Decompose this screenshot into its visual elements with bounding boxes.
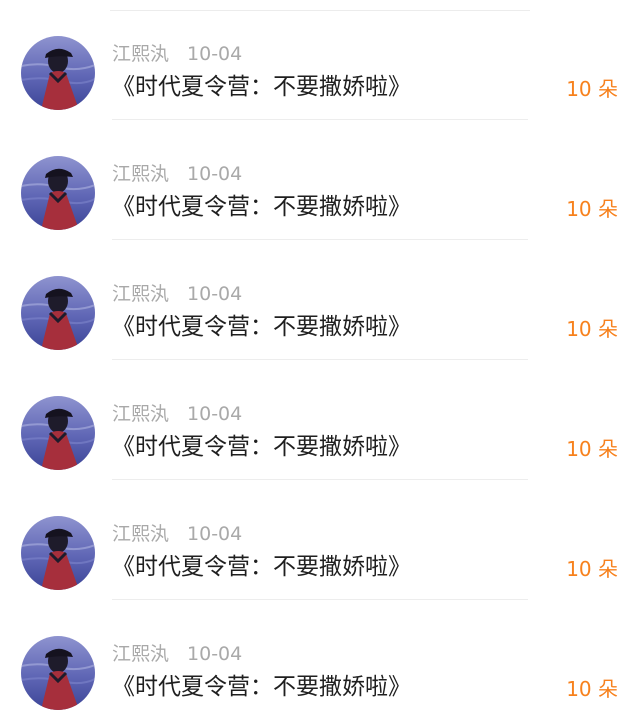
- item-meta: 江熙汍 10-04: [112, 42, 242, 66]
- user-name[interactable]: 江熙汍: [112, 283, 169, 305]
- flower-count: 10 朵: [566, 77, 618, 101]
- item-title: 《时代夏令营：不要撒娇啦》: [112, 74, 411, 100]
- user-name[interactable]: 江熙汍: [112, 643, 169, 665]
- item-meta: 江熙汍 10-04: [112, 162, 242, 186]
- gift-record-list: 江熙汍 10-04 《时代夏令营：不要撒娇啦》 10 朵 江熙汍 10-04 《时代…: [0, 0, 640, 719]
- list-item[interactable]: 江熙汍 10-04 《时代夏令营：不要撒娇啦》 10 朵: [0, 0, 640, 120]
- date-label: 10-04: [187, 643, 243, 665]
- avatar[interactable]: [21, 516, 95, 590]
- item-title: 《时代夏令营：不要撒娇啦》: [112, 194, 411, 220]
- flower-count: 10 朵: [566, 437, 618, 461]
- item-meta: 江熙汍 10-04: [112, 642, 242, 666]
- list-item[interactable]: 江熙汍 10-04 《时代夏令营：不要撒娇啦》 10 朵: [0, 360, 640, 480]
- flower-count: 10 朵: [566, 677, 618, 701]
- list-item[interactable]: 江熙汍 10-04 《时代夏令营：不要撒娇啦》 10 朵: [0, 480, 640, 600]
- date-label: 10-04: [187, 403, 243, 425]
- date-label: 10-04: [187, 523, 243, 545]
- date-label: 10-04: [187, 43, 243, 65]
- list-item[interactable]: 江熙汍 10-04 《时代夏令营：不要撒娇啦》 10 朵: [0, 240, 640, 360]
- list-item[interactable]: 江熙汍 10-04 《时代夏令营：不要撒娇啦》 10 朵: [0, 600, 640, 719]
- item-title: 《时代夏令营：不要撒娇啦》: [112, 674, 411, 700]
- item-meta: 江熙汍 10-04: [112, 282, 242, 306]
- item-meta: 江熙汍 10-04: [112, 522, 242, 546]
- item-title: 《时代夏令营：不要撒娇啦》: [112, 314, 411, 340]
- user-name[interactable]: 江熙汍: [112, 403, 169, 425]
- user-name[interactable]: 江熙汍: [112, 523, 169, 545]
- user-name[interactable]: 江熙汍: [112, 43, 169, 65]
- avatar[interactable]: [21, 276, 95, 350]
- flower-count: 10 朵: [566, 197, 618, 221]
- date-label: 10-04: [187, 283, 243, 305]
- item-title: 《时代夏令营：不要撒娇啦》: [112, 554, 411, 580]
- avatar[interactable]: [21, 396, 95, 470]
- avatar[interactable]: [21, 636, 95, 710]
- avatar[interactable]: [21, 36, 95, 110]
- item-title: 《时代夏令营：不要撒娇啦》: [112, 434, 411, 460]
- flower-count: 10 朵: [566, 557, 618, 581]
- date-label: 10-04: [187, 163, 243, 185]
- item-meta: 江熙汍 10-04: [112, 402, 242, 426]
- flower-count: 10 朵: [566, 317, 618, 341]
- user-name[interactable]: 江熙汍: [112, 163, 169, 185]
- avatar[interactable]: [21, 156, 95, 230]
- list-item[interactable]: 江熙汍 10-04 《时代夏令营：不要撒娇啦》 10 朵: [0, 120, 640, 240]
